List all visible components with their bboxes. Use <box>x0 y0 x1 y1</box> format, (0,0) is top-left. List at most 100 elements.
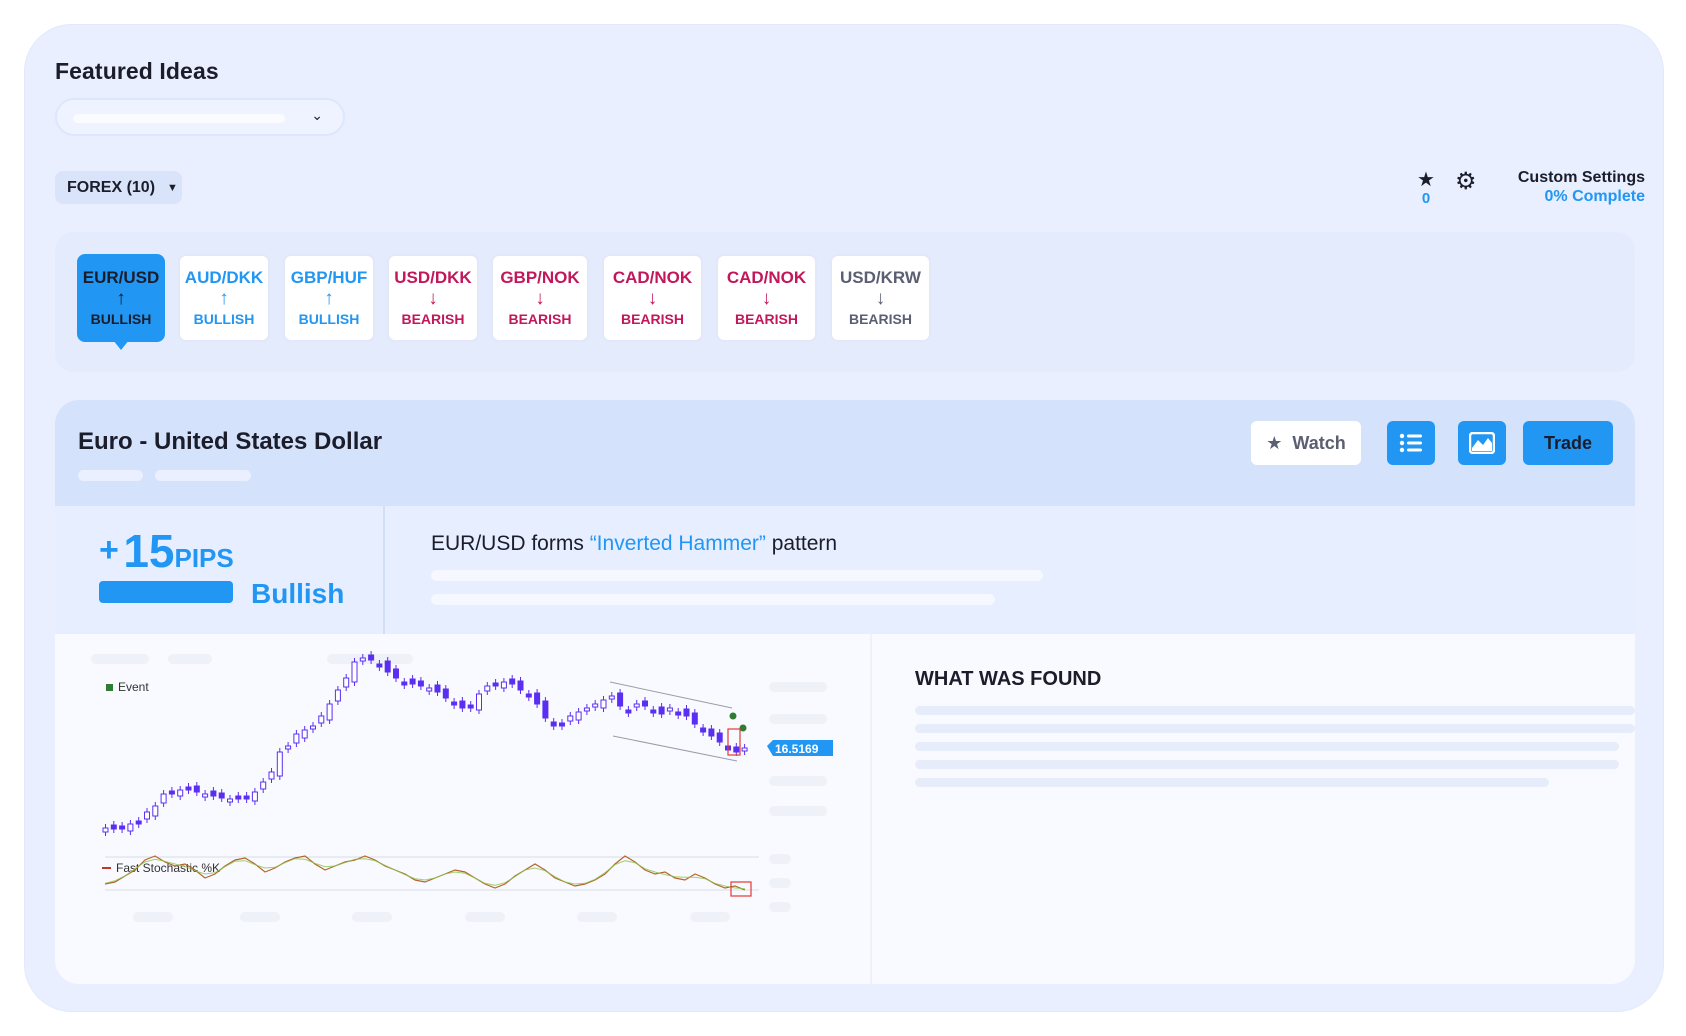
candle <box>442 688 449 699</box>
pair-name: GBP/NOK <box>500 268 580 287</box>
header-tools: ★ 0 ⚙ Custom Settings 0% Complete <box>1415 168 1645 208</box>
axis-placeholder <box>133 912 173 922</box>
pair-tile-gbp-nok[interactable]: GBP/NOK ↓ BEARISH <box>491 254 589 342</box>
custom-settings-label: Custom Settings <box>1517 169 1645 186</box>
candle <box>401 681 408 686</box>
axis-placeholder <box>769 776 827 786</box>
custom-settings-progress: 0% Complete <box>1544 188 1645 205</box>
candle <box>110 824 117 830</box>
pair-direction: BEARISH <box>620 311 684 327</box>
candle <box>202 793 209 798</box>
candle <box>741 747 748 752</box>
arrow-up-icon: ↑ <box>116 288 126 309</box>
pair-direction: BEARISH <box>508 311 572 327</box>
candle <box>285 745 292 750</box>
axis-placeholder <box>769 854 791 864</box>
watch-button[interactable]: ★ Watch <box>1251 421 1361 465</box>
candle <box>359 657 366 662</box>
axis-placeholder <box>769 806 827 816</box>
arrow-up-icon: ↑ <box>219 288 229 309</box>
candle <box>559 722 565 727</box>
axis-placeholder <box>240 912 280 922</box>
candle <box>666 707 673 712</box>
candle <box>600 699 607 709</box>
sentiment-label: Bullish <box>251 578 345 609</box>
candle <box>119 825 126 830</box>
chart-view-button[interactable] <box>1458 421 1506 465</box>
candle <box>534 692 541 705</box>
watchlist-star-button[interactable]: ★ 0 <box>1415 170 1437 208</box>
custom-settings-link[interactable]: Custom Settings 0% Complete <box>1518 168 1645 206</box>
candle <box>426 687 433 692</box>
placeholder-bar <box>168 654 212 664</box>
event-legend-label: Event <box>118 680 149 694</box>
arrow-down-icon: ↓ <box>535 288 545 309</box>
candle <box>177 789 184 797</box>
candle <box>127 823 134 832</box>
star-icon: ★ <box>1266 432 1283 453</box>
pips-number: 15 <box>123 525 175 577</box>
pair-tile-usd-krw[interactable]: USD/KRW ↓ BEARISH <box>830 254 931 342</box>
axis-placeholder <box>769 902 791 912</box>
candle <box>467 704 474 709</box>
pair-name: USD/KRW <box>840 268 921 287</box>
placeholder-bar <box>431 594 995 605</box>
market-filter-button[interactable]: FOREX (10) ▼ <box>55 171 182 204</box>
pair-tile-cad-nok-1[interactable]: CAD/NOK ↓ BEARISH <box>602 254 703 342</box>
market-filter-label: FOREX (10) <box>67 178 156 196</box>
candle <box>260 781 267 790</box>
candle <box>683 708 690 717</box>
candle <box>368 654 375 661</box>
pair-tile-aud-dkk[interactable]: AUD/DKK ↑ BULLISH <box>178 254 270 342</box>
pips-value: + 15PIPS <box>99 524 234 578</box>
placeholder-line <box>915 778 1549 787</box>
candle <box>310 725 316 730</box>
ideas-filter-dropdown[interactable]: ⌄ <box>55 98 345 136</box>
pair-direction: BULLISH <box>193 311 255 327</box>
sentiment-bar <box>99 581 233 603</box>
candle <box>276 751 283 777</box>
candle <box>509 678 516 685</box>
candle <box>193 785 200 793</box>
candle <box>592 703 599 708</box>
panel-divider <box>870 634 872 984</box>
candle <box>708 728 715 737</box>
event-marker <box>729 712 737 720</box>
candle <box>583 707 590 712</box>
candle <box>235 795 242 800</box>
gear-icon[interactable]: ⚙ <box>1455 170 1477 194</box>
pair-tile-eur-usd[interactable]: EUR/USD ↑ BULLISH <box>77 254 165 350</box>
axis-placeholder <box>465 912 505 922</box>
candle <box>251 791 258 802</box>
placeholder-bar <box>78 470 143 481</box>
candle <box>376 663 383 668</box>
pair-name: AUD/DKK <box>184 268 264 287</box>
candle <box>227 798 233 803</box>
pairs-row: EUR/USD ↑ BULLISH AUD/DKK ↑ BULLISH GBP/… <box>55 232 1635 372</box>
arrow-up-icon: ↑ <box>324 288 334 309</box>
chevron-down-icon: ⌄ <box>311 107 323 123</box>
candle <box>351 661 358 683</box>
axis-placeholder <box>769 714 827 724</box>
candle <box>459 700 466 709</box>
list-view-button[interactable] <box>1387 421 1435 465</box>
chart-icon <box>1469 432 1495 454</box>
candle <box>160 793 167 804</box>
chart-and-findings: Event 16.5169 Fast Stochastic %K WHAT WA… <box>55 634 1635 984</box>
pair-tile-usd-dkk[interactable]: USD/DKK ↓ BEARISH <box>387 254 479 342</box>
candle <box>417 680 424 687</box>
candle <box>451 701 458 706</box>
pair-direction: BULLISH <box>90 311 152 327</box>
trade-button[interactable]: Trade <box>1523 421 1613 465</box>
headline-prefix: EUR/USD forms <box>431 532 590 555</box>
list-icon <box>1399 433 1422 453</box>
candle <box>500 681 507 689</box>
candle <box>152 805 159 817</box>
pair-tile-cad-nok-2[interactable]: CAD/NOK ↓ BEARISH <box>716 254 817 342</box>
candle <box>517 680 524 691</box>
caret-down-icon: ▼ <box>167 181 178 194</box>
pair-name: USD/DKK <box>394 268 472 287</box>
page-title: Featured Ideas <box>55 58 219 84</box>
pips-unit: PIPS <box>174 543 234 573</box>
pair-tile-gbp-huf[interactable]: GBP/HUF ↑ BULLISH <box>283 254 375 342</box>
